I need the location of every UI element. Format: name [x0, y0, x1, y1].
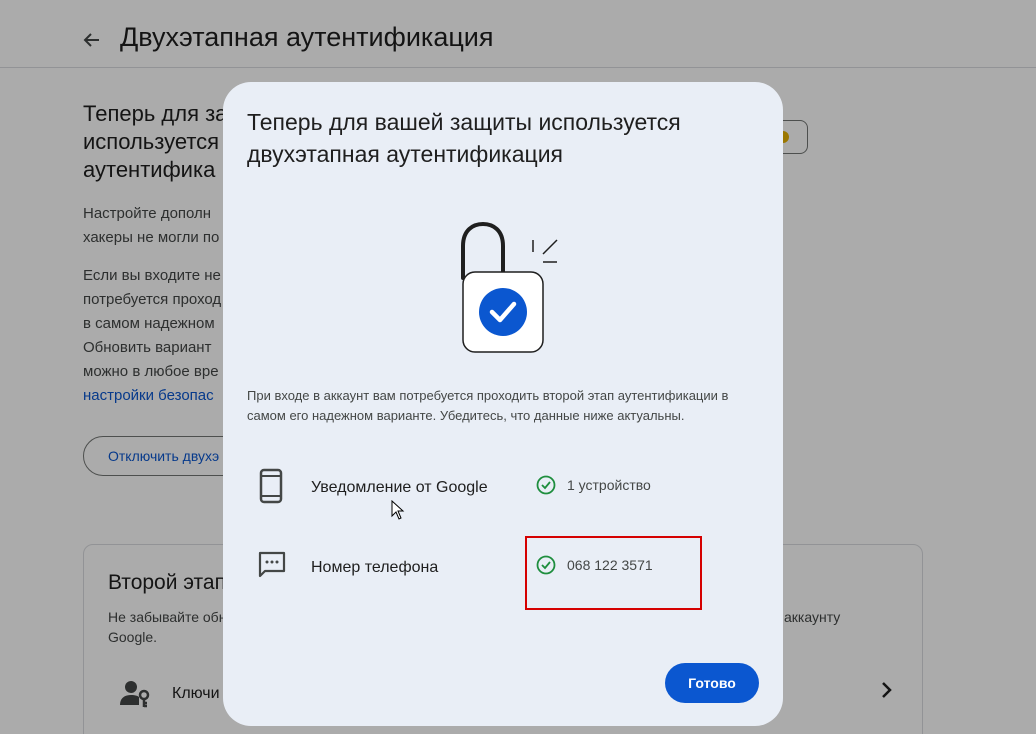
dialog-title: Теперь для вашей защиты используется дву…	[247, 109, 681, 167]
google-prompt-status: 1 устройство	[536, 475, 651, 495]
check-circle-icon	[536, 475, 556, 495]
confirmation-dialog: Теперь для вашей защиты используется дву…	[223, 82, 783, 726]
smartphone-icon	[259, 468, 283, 504]
google-prompt-label: Уведомление от Google	[311, 479, 488, 496]
sms-icon	[258, 551, 286, 578]
phone-number-label: Номер телефона	[311, 559, 439, 576]
dialog-description: При входе в аккаунт вам потребуется прох…	[247, 388, 729, 423]
done-button[interactable]: Готово	[665, 663, 759, 703]
mouse-cursor-icon	[391, 500, 405, 520]
highlight-annotation	[525, 536, 702, 610]
lock-check-icon	[461, 221, 558, 353]
device-count: 1 устройство	[567, 477, 651, 493]
